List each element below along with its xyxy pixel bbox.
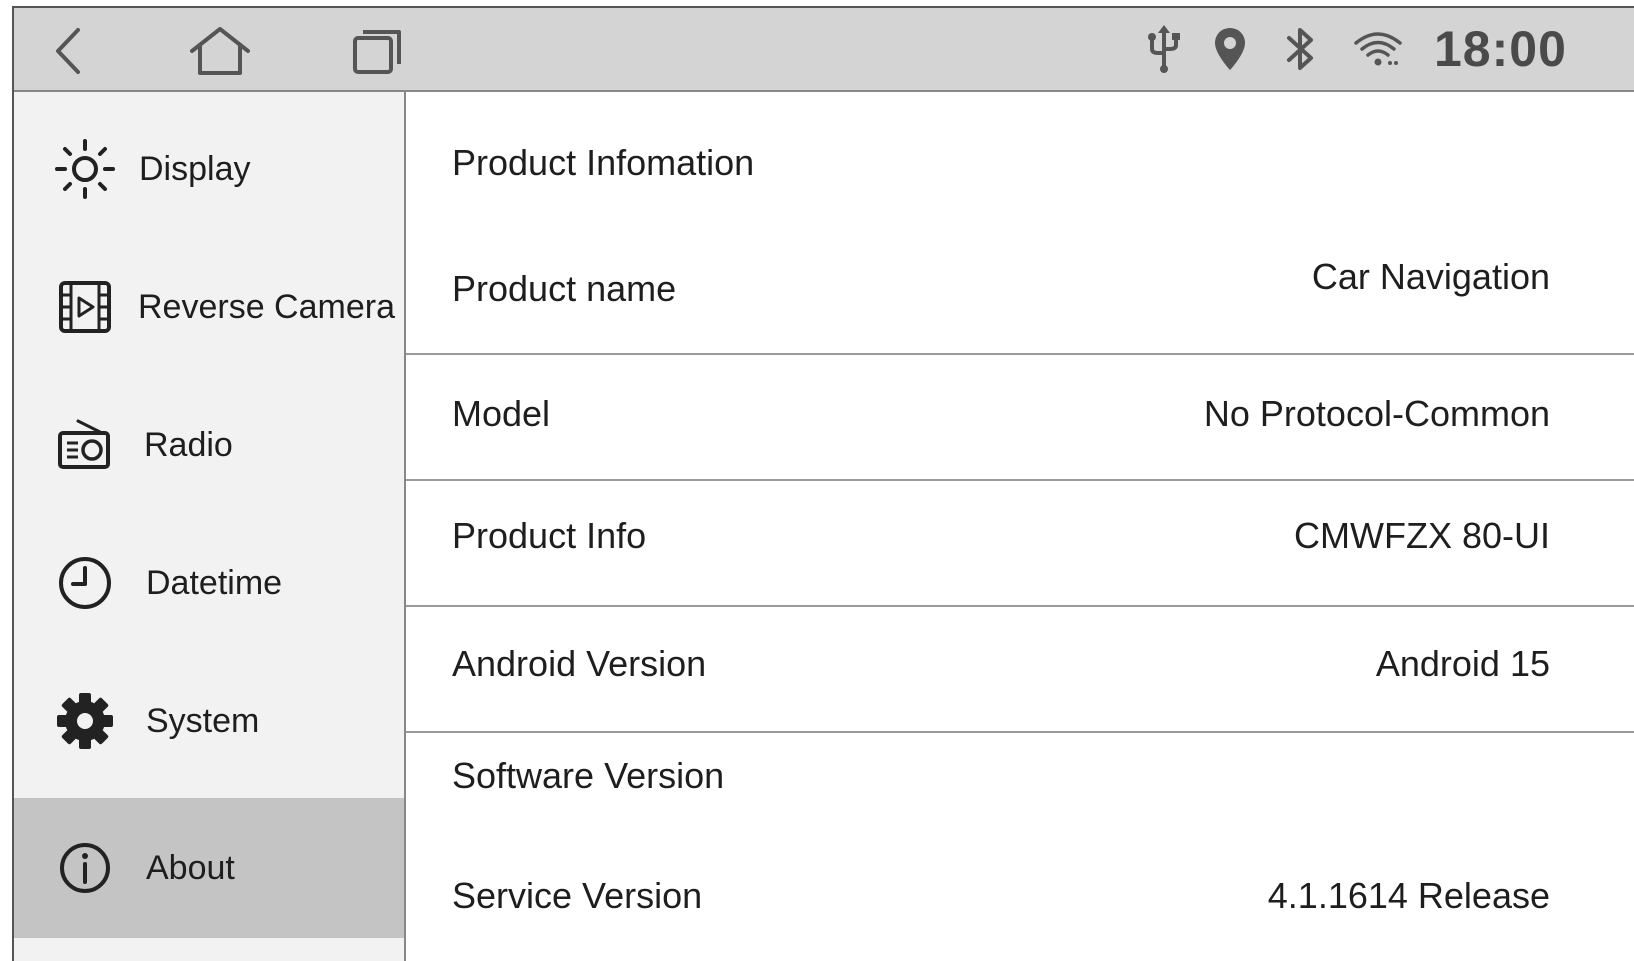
bluetooth-icon <box>1287 28 1313 70</box>
back-icon <box>56 28 80 74</box>
usb-icon <box>1148 25 1180 73</box>
sidebar-item-label: Reverse Camera <box>138 287 395 326</box>
row-label: Software Version <box>452 755 725 796</box>
sun-icon <box>50 134 120 204</box>
row-software-version[interactable]: Software Version <box>406 733 1634 833</box>
row-service-version[interactable]: Service Version 4.1.1614 Release <box>406 833 1634 961</box>
sidebar-item-reverse-camera[interactable]: Reverse Camera <box>14 238 404 376</box>
car-settings-screen: 18:00 Display Reverse Camera Radio Datet… <box>12 6 1634 961</box>
row-label: Product name <box>452 268 677 309</box>
bluetooth-status <box>1280 24 1320 74</box>
location-status <box>1210 24 1250 74</box>
recent-apps-icon <box>353 30 401 74</box>
row-value: CMWFZX 80-UI <box>1294 515 1550 556</box>
row-label: Product Info <box>452 515 647 556</box>
sidebar-item-label: Display <box>139 149 251 188</box>
sidebar-item-about[interactable]: About <box>14 798 404 938</box>
row-label: Service Version <box>452 875 703 916</box>
info-icon <box>50 833 120 903</box>
film-play-icon <box>50 272 120 342</box>
sidebar-item-radio[interactable]: Radio <box>14 376 404 514</box>
status-bar: 18:00 <box>14 8 1634 92</box>
sidebar-item-label: System <box>146 701 260 740</box>
sidebar-item-datetime[interactable]: Datetime <box>14 514 404 652</box>
row-value: 4.1.1614 Release <box>1267 875 1550 916</box>
row-value: Android 15 <box>1375 643 1550 684</box>
row-model[interactable]: Model No Protocol-Common <box>406 355 1634 479</box>
sidebar-item-label: Radio <box>144 425 233 464</box>
sidebar-item-display[interactable]: Display <box>14 100 404 238</box>
gear-icon <box>50 686 120 756</box>
settings-sidebar: Display Reverse Camera Radio Datetime Sy… <box>14 92 406 961</box>
wifi-icon <box>1354 32 1402 66</box>
wifi-status <box>1350 24 1406 74</box>
usb-status <box>1142 24 1186 74</box>
recent-apps-button[interactable] <box>346 22 410 80</box>
row-value: No Protocol-Common <box>1203 393 1550 434</box>
clock-icon <box>50 548 120 618</box>
sidebar-item-system[interactable]: System <box>14 652 404 790</box>
row-label: Android Version <box>452 643 707 684</box>
section-title: Product Infomation <box>452 142 755 183</box>
sidebar-item-label: Datetime <box>146 563 283 602</box>
home-icon <box>190 27 250 75</box>
sidebar-item-label: About <box>146 848 235 887</box>
back-button[interactable] <box>36 22 100 80</box>
row-android-version[interactable]: Android Version Android 15 <box>406 607 1634 731</box>
about-content: Product Infomation Product name Car Navi… <box>406 92 1634 961</box>
row-product-info[interactable]: Product Info CMWFZX 80-UI <box>406 481 1634 605</box>
row-value: Car Navigation <box>1311 256 1550 297</box>
row-label: Model <box>452 393 551 434</box>
row-product-name[interactable]: Product name Car Navigation <box>406 242 1634 354</box>
home-button[interactable] <box>188 22 252 80</box>
location-icon <box>1215 28 1245 70</box>
radio-icon <box>50 410 120 480</box>
clock: 18:00 <box>1434 21 1567 77</box>
